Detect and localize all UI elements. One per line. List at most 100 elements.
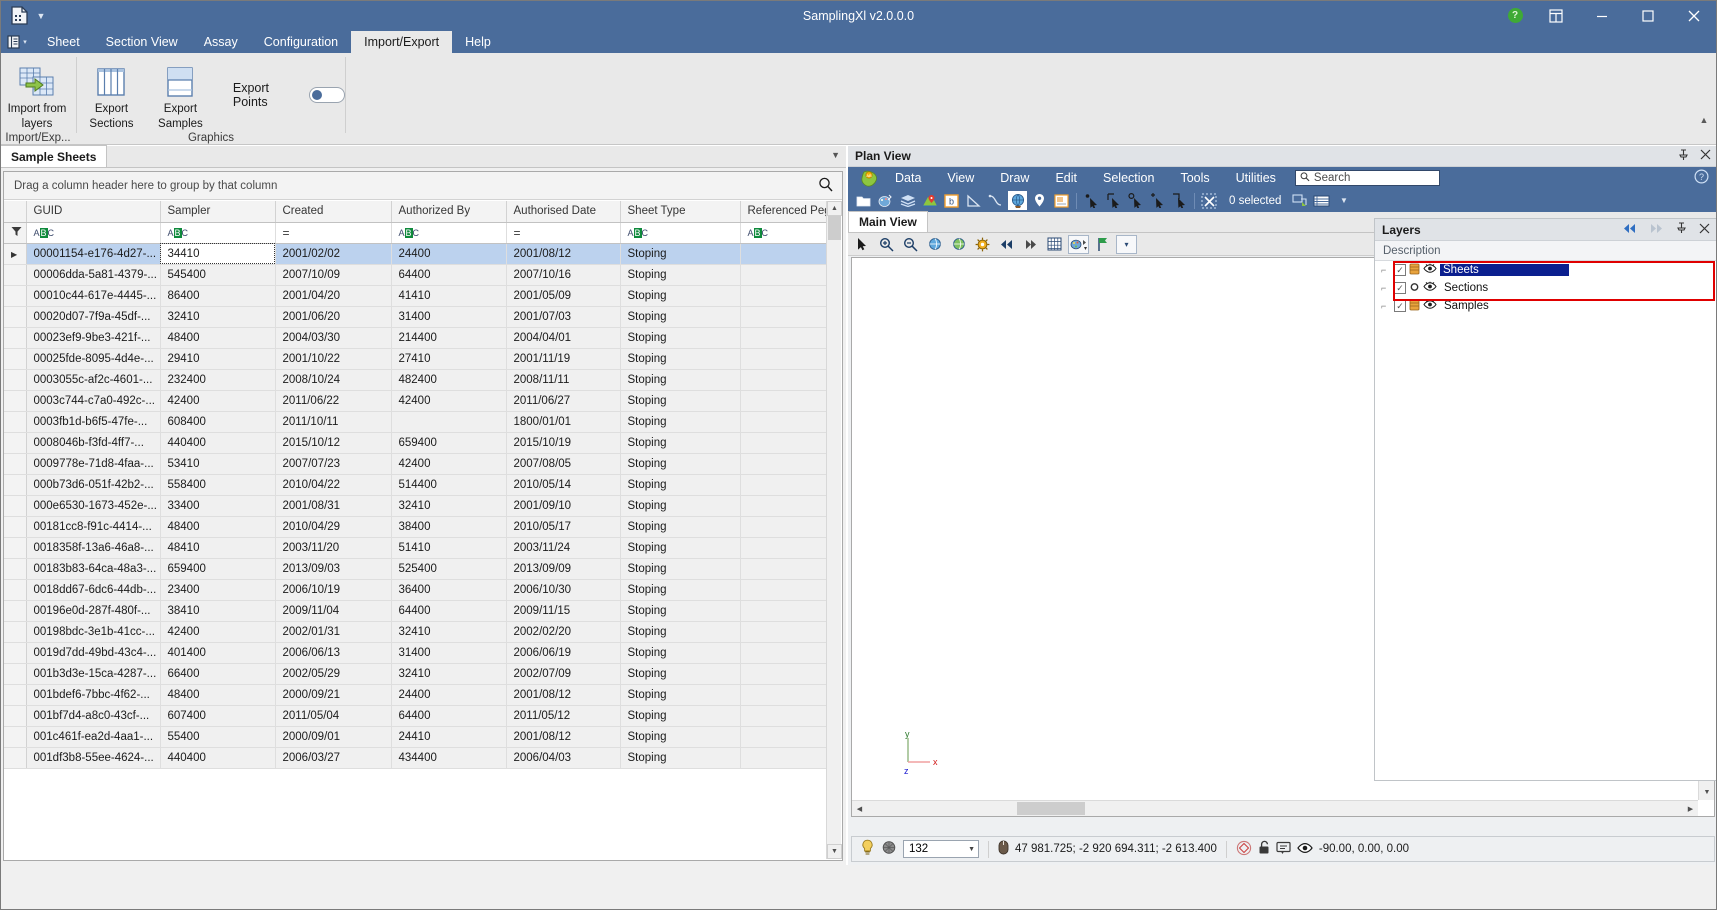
eye-icon[interactable] — [1423, 263, 1437, 277]
cell-sheet_type[interactable]: Stoping — [620, 621, 740, 642]
column-header-referenced-pegs[interactable]: Referenced Pegs — [740, 201, 826, 222]
select-add-icon[interactable] — [1148, 191, 1167, 210]
table-row[interactable]: 001bf7d4-a8c0-43cf-...6074002011/05/0464… — [4, 705, 826, 726]
list-item[interactable]: ⌐✓Samples — [1375, 297, 1716, 315]
cell-sampler[interactable]: 607400 — [160, 705, 275, 726]
cell-sampler[interactable]: 29410 — [160, 348, 275, 369]
cell-created[interactable]: 2013/09/03 — [275, 558, 391, 579]
menu-draw[interactable]: Draw — [987, 167, 1042, 189]
scale-caret-icon[interactable]: ▼ — [968, 846, 975, 853]
palette-icon[interactable] — [876, 191, 895, 210]
export-points-toggle[interactable] — [309, 87, 345, 103]
tab-configuration[interactable]: Configuration — [251, 31, 351, 53]
cell-authorised_date[interactable]: 2008/11/11 — [506, 369, 620, 390]
column-header-guid[interactable]: GUID — [26, 201, 160, 222]
menu-tools[interactable]: Tools — [1167, 167, 1222, 189]
cell-created[interactable]: 2011/05/04 — [275, 705, 391, 726]
ribbon-menu-icon[interactable]: ▾ — [0, 31, 34, 53]
cell-authorized_by[interactable]: 32410 — [391, 495, 506, 516]
cell-created[interactable]: 2002/01/31 — [275, 621, 391, 642]
table-row[interactable]: 000b73d6-051f-42b2-...5584002010/04/2251… — [4, 474, 826, 495]
curve-icon[interactable] — [986, 191, 1005, 210]
cell-created[interactable]: 2015/10/12 — [275, 432, 391, 453]
cell-sampler[interactable]: 55400 — [160, 726, 275, 747]
filter-cell-4[interactable]: = — [506, 222, 620, 243]
folder-icon[interactable] — [854, 191, 873, 210]
view-overflow-caret-icon[interactable]: ▾ — [1116, 235, 1137, 254]
boundary-icon[interactable]: b — [942, 191, 961, 210]
table-row[interactable]: 0009778e-71d8-4faa-...534102007/07/23424… — [4, 453, 826, 474]
menu-data[interactable]: Data — [882, 167, 934, 189]
cell-sheet_type[interactable]: Stoping — [620, 726, 740, 747]
cell-created[interactable]: 2007/07/23 — [275, 453, 391, 474]
close-button[interactable] — [1671, 0, 1717, 31]
cell-referenced_pegs[interactable] — [740, 432, 826, 453]
table-row[interactable]: 0008046b-f3fd-4ff7-...4404002015/10/1265… — [4, 432, 826, 453]
cell-sampler[interactable]: 33400 — [160, 495, 275, 516]
cell-authorised_date[interactable]: 2001/11/19 — [506, 348, 620, 369]
eye-icon[interactable] — [1423, 299, 1437, 313]
table-row[interactable]: 0003055c-af2c-4601-...2324002008/10/2448… — [4, 369, 826, 390]
unlock-icon[interactable] — [1258, 840, 1270, 858]
export-samples-button[interactable]: Export Samples — [146, 59, 215, 131]
column-header-authorized-by[interactable]: Authorized By — [391, 201, 506, 222]
restore-layout-button[interactable] — [1533, 0, 1579, 31]
bookmark-icon[interactable] — [1092, 235, 1113, 254]
cell-referenced_pegs[interactable] — [740, 390, 826, 411]
cell-authorised_date[interactable]: 2011/05/12 — [506, 705, 620, 726]
cell-sheet_type[interactable]: Stoping — [620, 306, 740, 327]
table-row[interactable]: 00006dda-5a81-4379-...5454002007/10/0964… — [4, 264, 826, 285]
filter-cell-3[interactable]: ABC — [391, 222, 506, 243]
canvas-horizontal-scrollbar[interactable]: ◀ ▶ — [852, 800, 1698, 816]
cell-sheet_type[interactable]: Stoping — [620, 327, 740, 348]
cell-created[interactable]: 2001/08/31 — [275, 495, 391, 516]
cell-referenced_pegs[interactable] — [740, 327, 826, 348]
tab-sample-sheets[interactable]: Sample Sheets — [0, 145, 107, 167]
color-palette-icon[interactable]: ▾ — [1068, 235, 1089, 254]
cell-authorised_date[interactable]: 2001/07/03 — [506, 306, 620, 327]
cell-authorized_by[interactable]: 27410 — [391, 348, 506, 369]
cell-authorised_date[interactable]: 2001/08/12 — [506, 684, 620, 705]
select-sub-icon[interactable] — [1170, 191, 1189, 210]
cell-authorized_by[interactable]: 214400 — [391, 327, 506, 348]
cell-sheet_type[interactable]: Stoping — [620, 474, 740, 495]
cell-authorised_date[interactable]: 2009/11/15 — [506, 600, 620, 621]
cell-referenced_pegs[interactable] — [740, 600, 826, 621]
cell-authorized_by[interactable]: 38400 — [391, 516, 506, 537]
cell-sampler[interactable]: 48410 — [160, 537, 275, 558]
plan-search-input[interactable]: Search — [1295, 170, 1440, 186]
cell-authorized_by[interactable]: 36400 — [391, 579, 506, 600]
cell-authorized_by[interactable]: 514400 — [391, 474, 506, 495]
filter-cell-0[interactable]: ABC — [26, 222, 160, 243]
cell-created[interactable]: 2001/06/20 — [275, 306, 391, 327]
table-row[interactable]: 00025fde-8095-4d4e-...294102001/10/22274… — [4, 348, 826, 369]
close-icon[interactable] — [1700, 149, 1711, 164]
cell-referenced_pegs[interactable] — [740, 642, 826, 663]
cell-authorised_date[interactable]: 2006/10/30 — [506, 579, 620, 600]
clear-selection-icon[interactable] — [1200, 191, 1219, 210]
cell-sheet_type[interactable]: Stoping — [620, 432, 740, 453]
export-sections-button[interactable]: Export Sections — [77, 59, 146, 131]
cell-referenced_pegs[interactable] — [740, 411, 826, 432]
cell-sampler[interactable]: 48400 — [160, 684, 275, 705]
cell-created[interactable]: 2009/11/04 — [275, 600, 391, 621]
cell-guid[interactable]: 00023ef9-9be3-421f-... — [26, 327, 160, 348]
cell-authorized_by[interactable]: 24400 — [391, 243, 506, 264]
cell-referenced_pegs[interactable] — [740, 453, 826, 474]
help-icon[interactable]: ? — [1694, 169, 1709, 187]
cell-guid[interactable]: 00198bdc-3e1b-41cc-... — [26, 621, 160, 642]
selection-table-icon[interactable] — [1312, 191, 1331, 210]
table-row[interactable]: 00181cc8-f91c-4414-...484002010/04/29384… — [4, 516, 826, 537]
list-item[interactable]: ⌐✓Sheets — [1375, 261, 1716, 279]
cell-authorised_date[interactable]: 2002/07/09 — [506, 663, 620, 684]
cell-authorised_date[interactable]: 2006/06/19 — [506, 642, 620, 663]
cell-authorized_by[interactable]: 31400 — [391, 306, 506, 327]
cell-referenced_pegs[interactable] — [740, 747, 826, 768]
cell-guid[interactable]: 00196e0d-287f-480f-... — [26, 600, 160, 621]
canvas-scroll-down-icon[interactable]: ▼ — [1699, 785, 1715, 800]
cell-created[interactable]: 2006/03/27 — [275, 747, 391, 768]
cell-guid[interactable]: 0019d7dd-49bd-43c4-... — [26, 642, 160, 663]
layers-icon[interactable] — [898, 191, 917, 210]
cell-referenced_pegs[interactable] — [740, 579, 826, 600]
cell-authorized_by[interactable]: 31400 — [391, 642, 506, 663]
